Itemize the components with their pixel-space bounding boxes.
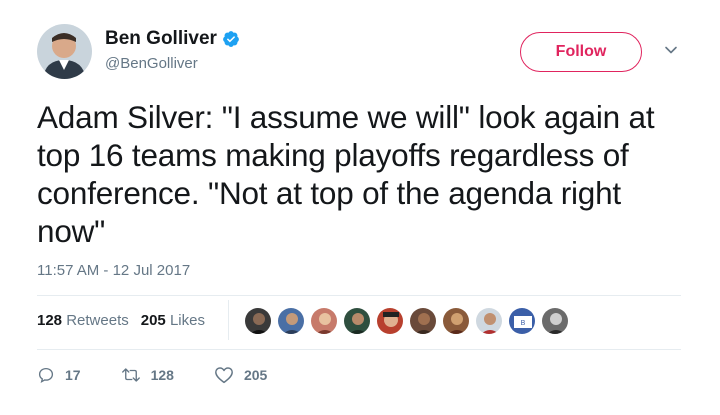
tweet-line: now" — [37, 213, 106, 249]
likes-count: 205 — [140, 312, 166, 329]
user-handle[interactable]: @BenGolliver — [105, 55, 198, 72]
user-name-row: Ben Golliver — [105, 28, 240, 50]
like-count: 205 — [243, 367, 268, 383]
retweet-count: 128 — [150, 367, 174, 383]
divider — [37, 295, 681, 296]
tweet-actions: 17 128 205 — [37, 366, 307, 384]
liker-avatar[interactable] — [541, 307, 569, 335]
heart-icon — [215, 367, 233, 384]
reply-action[interactable]: 17 — [37, 366, 81, 384]
liker-avatar[interactable] — [442, 307, 470, 335]
liker-avatar[interactable] — [475, 307, 503, 335]
like-action[interactable]: 205 — [214, 366, 267, 384]
retweet-action[interactable]: 128 — [121, 366, 174, 384]
liker-avatar[interactable] — [277, 307, 305, 335]
chevron-down-icon[interactable] — [663, 42, 679, 58]
liker-avatar[interactable] — [409, 307, 437, 335]
tweet-stats: 128 Retweets 205 Likes — [37, 312, 217, 329]
likes-stat[interactable]: 205 Likes — [141, 312, 205, 329]
liker-avatar[interactable] — [376, 307, 404, 335]
liker-avatars: B — [244, 307, 574, 335]
retweet-icon — [121, 368, 140, 382]
liker-avatar[interactable] — [310, 307, 338, 335]
verified-badge-icon — [222, 30, 240, 48]
reply-icon — [38, 367, 54, 384]
liker-avatar[interactable]: B — [508, 307, 536, 335]
likes-label: Likes — [169, 312, 205, 329]
retweets-count: 128 — [37, 312, 63, 329]
retweets-stat[interactable]: 128 Retweets — [37, 312, 129, 329]
svg-text:B: B — [521, 320, 526, 327]
liker-avatar[interactable] — [244, 307, 272, 335]
tweet-line: Adam Silver: "I assume we will" look aga… — [37, 99, 655, 135]
retweets-label: Retweets — [66, 312, 129, 329]
tweet-text: Adam Silver: "I assume we will" look aga… — [37, 98, 697, 250]
divider — [37, 349, 681, 350]
tweet-line: conference. "Not at top of the agenda ri… — [37, 175, 621, 211]
follow-button[interactable]: Follow — [520, 32, 642, 72]
reply-count: 17 — [65, 367, 81, 383]
tweet-timestamp[interactable]: 11:57 AM - 12 Jul 2017 — [37, 262, 190, 279]
tweet-line: top 16 teams making playoffs regardless … — [37, 137, 629, 173]
liker-avatar[interactable] — [343, 307, 371, 335]
avatar[interactable] — [37, 24, 92, 79]
stats-divider — [228, 300, 229, 340]
user-name[interactable]: Ben Golliver — [105, 28, 217, 50]
